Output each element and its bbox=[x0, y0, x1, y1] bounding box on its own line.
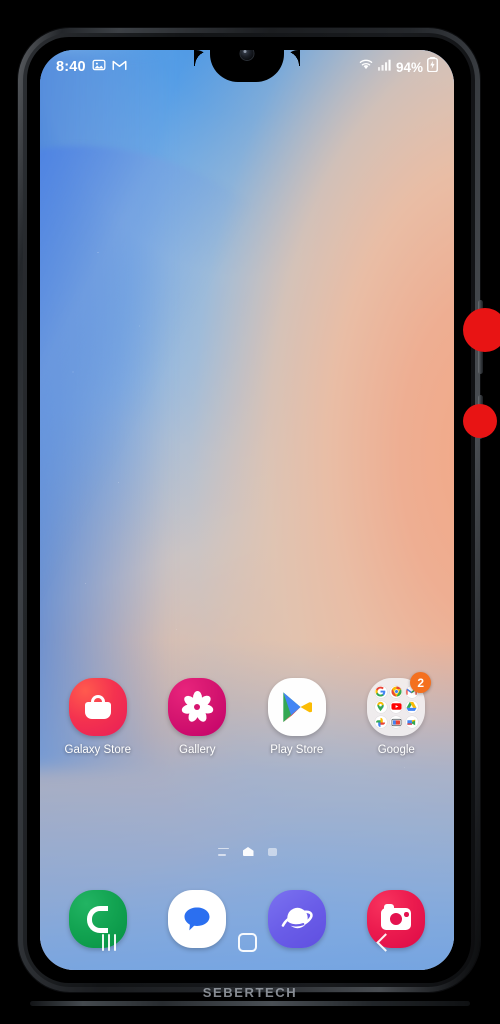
gallery-icon[interactable] bbox=[168, 678, 227, 736]
home-icon bbox=[237, 932, 257, 952]
home-button[interactable] bbox=[211, 922, 283, 962]
home-app-grid: Galaxy Store Gallery Play Store 2 Google bbox=[40, 672, 454, 756]
battery-charging-icon bbox=[427, 57, 438, 77]
app-galaxy-store[interactable]: Galaxy Store bbox=[55, 678, 141, 756]
battery-percent-label: 94% bbox=[395, 59, 423, 75]
chrome-icon bbox=[390, 685, 403, 698]
phone-screen[interactable]: 8:40 94% Galaxy Store Gallery Play Store… bbox=[40, 50, 454, 970]
back-button[interactable] bbox=[349, 922, 421, 962]
status-bar-right: 94% bbox=[358, 57, 438, 77]
app-label: Play Store bbox=[270, 744, 324, 756]
navigation-bar bbox=[40, 914, 454, 970]
google-tv-icon bbox=[390, 716, 403, 729]
page-indicator-app-list[interactable] bbox=[217, 847, 229, 856]
wallpaper-sparkles bbox=[40, 50, 454, 970]
maps-icon bbox=[374, 700, 387, 713]
play-store-icon[interactable] bbox=[267, 678, 326, 736]
cellular-signal-icon bbox=[377, 58, 392, 76]
status-clock: 8:40 bbox=[56, 59, 86, 75]
watermark: SEBERTECH bbox=[202, 985, 298, 1000]
wifi-icon bbox=[358, 58, 374, 76]
app-gallery[interactable]: Gallery bbox=[154, 678, 240, 756]
status-bar[interactable]: 8:40 94% bbox=[40, 50, 454, 84]
folder-badge: 2 bbox=[410, 672, 432, 693]
drive-icon bbox=[405, 700, 418, 713]
flower-icon bbox=[180, 691, 214, 724]
app-label: Galaxy Store bbox=[64, 744, 131, 756]
play-triangle-icon bbox=[283, 691, 313, 722]
youtube-icon bbox=[390, 700, 403, 713]
app-folder-google[interactable]: 2 Google bbox=[353, 672, 439, 756]
gmail-notification-icon bbox=[112, 58, 127, 76]
screenshot-stage: 8:40 94% Galaxy Store Gallery Play Store… bbox=[0, 0, 500, 1024]
google-search-icon bbox=[374, 685, 387, 698]
phone-frame: 8:40 94% Galaxy Store Gallery Play Store… bbox=[18, 28, 480, 992]
phone-bottom-edge bbox=[30, 1001, 470, 1006]
app-label: Google bbox=[377, 744, 415, 756]
gallery-notification-icon bbox=[92, 58, 106, 77]
recents-button[interactable] bbox=[73, 922, 145, 962]
app-label: Gallery bbox=[179, 744, 216, 756]
page-indicator-home-active[interactable] bbox=[242, 847, 254, 856]
recents-icon bbox=[102, 933, 116, 951]
page-indicator-extra[interactable] bbox=[267, 847, 277, 856]
annotation-marker-power bbox=[463, 404, 497, 438]
meet-icon bbox=[405, 716, 418, 729]
google-folder-icon[interactable]: 2 bbox=[367, 672, 432, 736]
shopping-bag-icon bbox=[84, 695, 111, 719]
annotation-marker-volume bbox=[463, 308, 500, 352]
app-play-store[interactable]: Play Store bbox=[254, 678, 340, 756]
page-indicator[interactable] bbox=[40, 847, 454, 856]
galaxy-store-icon[interactable] bbox=[68, 678, 127, 736]
back-chevron-icon bbox=[375, 932, 395, 952]
status-bar-left: 8:40 bbox=[56, 58, 127, 77]
photos-icon bbox=[374, 716, 387, 729]
